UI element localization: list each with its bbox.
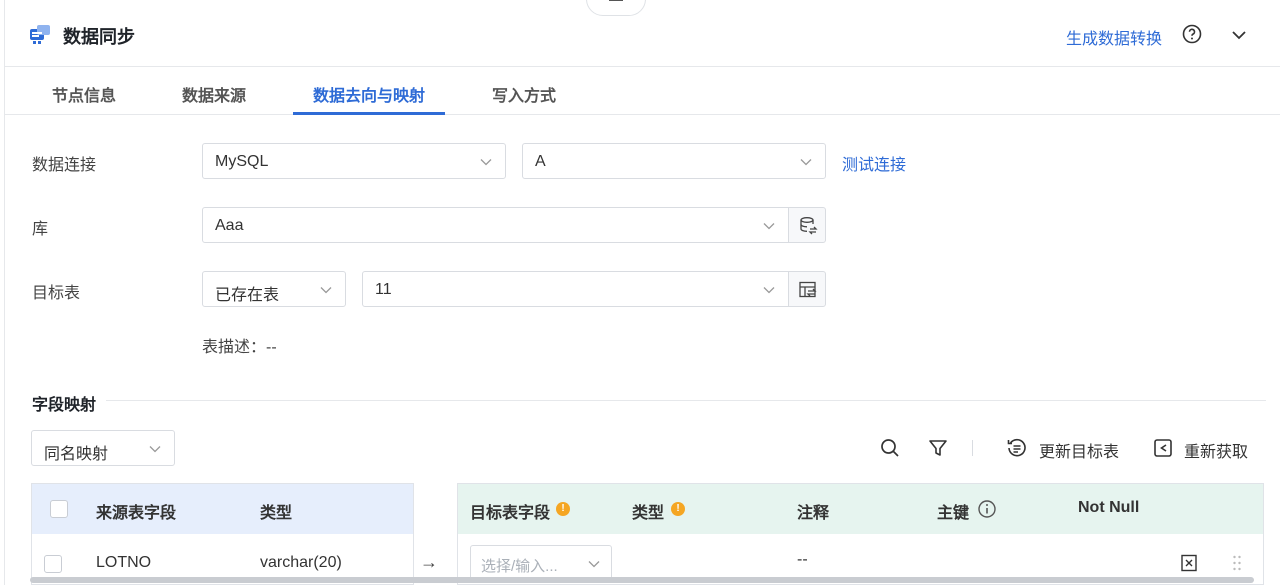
table-refresh-button[interactable] bbox=[788, 271, 826, 307]
page-title: 数据同步 bbox=[63, 27, 135, 47]
target-table-label: 目标表 bbox=[32, 285, 81, 302]
chevron-down-icon bbox=[149, 446, 161, 453]
chevron-down-icon bbox=[763, 287, 775, 294]
mapping-mode-select[interactable]: 同名映射 bbox=[31, 430, 175, 466]
target-mode-value: 已存在表 bbox=[215, 287, 280, 304]
target-table-value: 11 bbox=[375, 281, 392, 298]
refetch-icon[interactable] bbox=[1152, 437, 1174, 459]
connection-label: 数据连接 bbox=[32, 157, 97, 174]
source-field-header: 来源表字段 bbox=[96, 505, 177, 522]
target-table-select[interactable]: 11 bbox=[362, 271, 789, 307]
collapse-handle[interactable] bbox=[586, 0, 646, 16]
connection-name-select[interactable]: A bbox=[522, 143, 826, 179]
warning-icon[interactable]: ! bbox=[671, 502, 685, 516]
chevron-down-icon bbox=[800, 159, 812, 166]
update-target-icon[interactable] bbox=[1006, 437, 1028, 459]
panel-header: 数据同步 生成数据转换 bbox=[4, 0, 1280, 67]
drag-handle-icon[interactable] bbox=[1232, 554, 1242, 572]
db-select[interactable]: Aaa bbox=[202, 207, 789, 243]
chevron-down-icon bbox=[320, 287, 332, 294]
info-icon[interactable] bbox=[977, 499, 997, 519]
mapping-arrow-icon: → bbox=[420, 552, 438, 572]
warning-icon[interactable]: ! bbox=[556, 502, 570, 516]
comment-cell: -- bbox=[797, 551, 808, 568]
field-mapping-title: 字段映射 bbox=[32, 397, 97, 414]
connection-name-value: A bbox=[535, 153, 546, 170]
table-description: 表描述：-- bbox=[202, 339, 277, 356]
test-connection-link[interactable]: 测试连接 bbox=[842, 151, 906, 175]
database-refresh-icon bbox=[800, 217, 818, 235]
db-label: 库 bbox=[32, 221, 49, 238]
toolbar-separator bbox=[972, 440, 973, 456]
chevron-down-icon bbox=[763, 223, 775, 230]
refetch-button[interactable]: 重新获取 bbox=[1184, 438, 1248, 462]
mapping-mode-value: 同名映射 bbox=[44, 446, 109, 463]
generate-transform-link[interactable]: 生成数据转换 bbox=[1066, 25, 1162, 49]
not-null-header: Not Null bbox=[1078, 499, 1140, 516]
target-field-table: 目标表字段 ! 类型 ! 注释 主键 Not Null 选择/输入... -- bbox=[457, 483, 1264, 585]
sync-app-icon bbox=[30, 25, 50, 44]
source-table-header: 来源表字段 类型 bbox=[32, 484, 413, 534]
chevron-down-icon bbox=[588, 561, 600, 568]
filter-icon[interactable] bbox=[927, 437, 949, 459]
section-divider bbox=[106, 400, 1266, 401]
connection-type-value: MySQL bbox=[215, 153, 269, 170]
chevron-down-icon bbox=[480, 159, 492, 166]
target-table-header: 目标表字段 ! 类型 ! 注释 主键 Not Null bbox=[458, 484, 1263, 534]
target-mode-select[interactable]: 已存在表 bbox=[202, 271, 346, 307]
tab-write-mode[interactable]: 写入方式 bbox=[492, 82, 556, 106]
db-value: Aaa bbox=[215, 217, 244, 234]
target-field-header: 目标表字段 bbox=[470, 505, 551, 522]
target-type-header: 类型 bbox=[632, 505, 665, 522]
source-type-header: 类型 bbox=[260, 505, 293, 522]
source-field-table: 来源表字段 类型 LOTNO varchar(20) bbox=[31, 483, 414, 585]
target-field-select[interactable]: 选择/输入... bbox=[470, 545, 612, 581]
target-field-placeholder: 选择/输入... bbox=[481, 558, 558, 575]
help-icon[interactable] bbox=[1182, 24, 1202, 44]
delete-row-icon[interactable] bbox=[1180, 554, 1198, 572]
select-all-checkbox[interactable] bbox=[50, 500, 68, 518]
chevron-down-icon[interactable] bbox=[1230, 26, 1248, 44]
source-field-cell: LOTNO bbox=[96, 554, 152, 571]
update-target-button[interactable]: 更新目标表 bbox=[1039, 438, 1119, 462]
tray-icon bbox=[609, 0, 623, 1]
connection-type-select[interactable]: MySQL bbox=[202, 143, 506, 179]
search-icon[interactable] bbox=[879, 437, 901, 459]
comment-header: 注释 bbox=[797, 505, 830, 522]
active-tab-indicator bbox=[293, 112, 445, 115]
tab-node-info[interactable]: 节点信息 bbox=[52, 82, 116, 106]
tab-bar: 节点信息 数据来源 数据去向与映射 写入方式 bbox=[4, 67, 1280, 115]
source-type-cell: varchar(20) bbox=[260, 554, 342, 571]
row-checkbox[interactable] bbox=[44, 555, 62, 573]
primary-key-header: 主键 bbox=[937, 505, 970, 522]
tab-data-target-mapping[interactable]: 数据去向与映射 bbox=[313, 82, 425, 106]
db-refresh-button[interactable] bbox=[788, 207, 826, 243]
horizontal-scrollbar[interactable] bbox=[30, 577, 1254, 583]
tab-data-source[interactable]: 数据来源 bbox=[182, 82, 246, 106]
table-refresh-icon bbox=[799, 281, 817, 298]
